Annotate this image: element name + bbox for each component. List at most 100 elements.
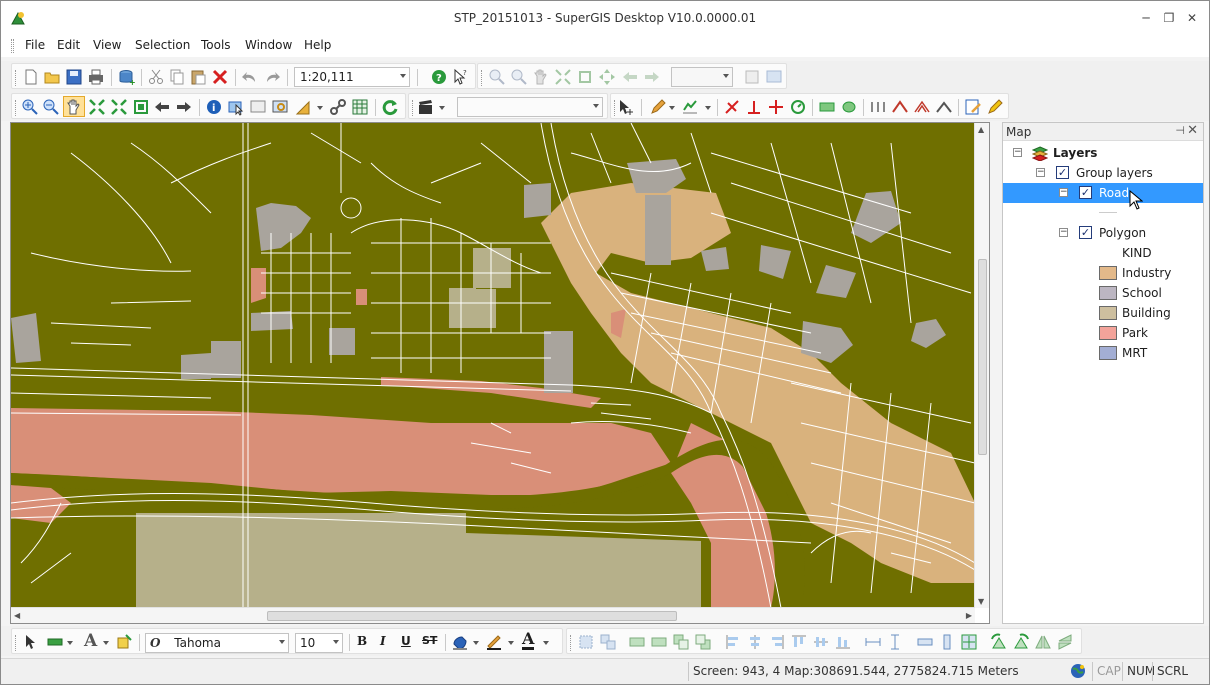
horizontal-scroll-thumb[interactable] — [267, 611, 677, 621]
find-icon[interactable] — [271, 98, 289, 116]
school-2[interactable] — [251, 311, 293, 331]
chevron-down-icon[interactable] — [543, 641, 549, 645]
align-right-icon[interactable] — [768, 633, 786, 651]
school-7[interactable] — [544, 331, 573, 393]
chevron-down-icon[interactable] — [103, 641, 109, 645]
legend-item-industry[interactable]: Industry — [1003, 263, 1203, 283]
cut-feature-icon[interactable] — [723, 98, 741, 116]
school-3[interactable] — [181, 353, 211, 379]
paste-icon[interactable] — [189, 68, 207, 86]
legend-item-mrt[interactable]: MRT — [1003, 343, 1203, 363]
strikethrough-button[interactable]: ST — [422, 634, 437, 647]
road-checkbox[interactable]: ✓ — [1079, 186, 1092, 199]
make-same-width-icon[interactable] — [916, 633, 934, 651]
toolbar-grip[interactable] — [412, 100, 414, 116]
legend-item-park[interactable]: Park — [1003, 323, 1203, 343]
rotate-icon[interactable] — [789, 98, 807, 116]
select-elements-icon[interactable] — [22, 633, 40, 651]
sketch-icon[interactable] — [681, 98, 699, 116]
italic-button[interactable]: I — [380, 634, 386, 648]
rotate-right-icon[interactable] — [1012, 633, 1030, 651]
tree-row-layers[interactable]: − Layers — [1003, 143, 1203, 163]
collapse-icon[interactable]: − — [1059, 228, 1068, 237]
school-10[interactable] — [645, 195, 671, 265]
new-icon[interactable] — [22, 68, 40, 86]
restore-button[interactable]: ❐ — [1162, 11, 1176, 25]
trim-icon[interactable] — [935, 98, 953, 116]
full-extent-icon[interactable] — [132, 98, 150, 116]
chevron-down-icon[interactable] — [508, 641, 514, 645]
chevron-down-icon[interactable] — [439, 106, 445, 110]
zoom-level-combo[interactable] — [671, 67, 733, 87]
align-middle-icon[interactable] — [812, 633, 830, 651]
horizontal-scrollbar[interactable]: ◀ ▶ — [11, 607, 975, 623]
make-same-size-icon[interactable] — [960, 633, 978, 651]
menu-edit[interactable]: Edit — [57, 38, 80, 52]
bring-to-front-icon[interactable] — [628, 633, 646, 651]
redo-icon[interactable] — [263, 68, 281, 86]
minimize-button[interactable]: ─ — [1139, 11, 1153, 25]
fixed-zoom-out-icon[interactable] — [110, 98, 128, 116]
bold-button[interactable]: B — [357, 634, 367, 648]
edit-tool-icon[interactable] — [986, 98, 1004, 116]
zoom-out-icon[interactable] — [510, 68, 528, 86]
zoom-in-icon[interactable] — [488, 68, 506, 86]
school-4[interactable] — [211, 341, 241, 378]
tree-row-polygon[interactable]: − ✓ Polygon — [1003, 223, 1203, 243]
collapse-icon[interactable]: − — [1013, 148, 1022, 157]
map-canvas[interactable] — [11, 123, 975, 608]
rectangle-icon[interactable] — [818, 98, 836, 116]
map-scale-combo[interactable]: 1:20,111 — [294, 67, 410, 87]
snap-icon[interactable] — [869, 98, 887, 116]
edit-attributes-icon[interactable] — [964, 98, 982, 116]
fixed-zoom-out-icon[interactable] — [576, 68, 594, 86]
scroll-right-icon[interactable]: ▶ — [966, 611, 972, 620]
chevron-down-icon[interactable] — [669, 106, 675, 110]
toolbar-grip[interactable] — [570, 635, 572, 651]
send-to-back-icon[interactable] — [650, 633, 668, 651]
line-color-icon[interactable] — [485, 633, 503, 651]
chevron-down-icon[interactable] — [317, 106, 323, 110]
building-2[interactable] — [473, 248, 511, 288]
animation-combo[interactable] — [457, 97, 603, 117]
add-data-icon[interactable]: + — [117, 68, 135, 86]
pencil-icon[interactable] — [649, 98, 667, 116]
fixed-zoom-in-icon[interactable] — [554, 68, 572, 86]
edit-pointer-icon[interactable] — [617, 98, 635, 116]
whats-this-icon[interactable]: ? — [452, 68, 470, 86]
toolbar-grip[interactable] — [15, 70, 17, 86]
scroll-down-icon[interactable]: ▼ — [978, 597, 984, 606]
scroll-up-icon[interactable]: ▲ — [978, 125, 984, 134]
reshape-icon[interactable] — [913, 98, 931, 116]
chevron-down-icon[interactable] — [705, 106, 711, 110]
school-16[interactable] — [701, 247, 729, 271]
globe-icon[interactable] — [1070, 663, 1086, 679]
text-tool-icon[interactable]: A — [84, 631, 97, 651]
distribute-vertical-icon[interactable] — [886, 633, 904, 651]
school-8[interactable] — [524, 183, 551, 218]
zoom-out-icon[interactable] — [42, 98, 60, 116]
menu-file[interactable]: File — [25, 38, 45, 52]
school-6[interactable] — [11, 313, 41, 363]
panel-close-button[interactable]: ✕ — [1187, 123, 1198, 138]
vertical-scrollbar[interactable]: ▲ ▼ — [974, 123, 989, 608]
tree-row-road[interactable]: − ✓ Road — [1003, 183, 1203, 210]
legend-item-building[interactable]: Building — [1003, 303, 1203, 323]
rotate-left-icon[interactable] — [990, 633, 1008, 651]
align-top-icon[interactable] — [790, 633, 808, 651]
collapse-icon[interactable]: − — [1059, 188, 1068, 197]
clapper-icon[interactable] — [417, 98, 435, 116]
map-view[interactable]: ▲ ▼ ◀ ▶ — [10, 122, 990, 624]
menu-window[interactable]: Window — [245, 38, 292, 52]
legend-item-school[interactable]: School — [1003, 283, 1203, 303]
align-bottom-icon[interactable] — [834, 633, 852, 651]
pan-tool-active[interactable] — [63, 96, 85, 117]
identify-icon[interactable]: i — [205, 98, 223, 116]
refresh-icon[interactable] — [381, 98, 399, 116]
copy-icon[interactable] — [168, 68, 186, 86]
toolbar-grip[interactable] — [614, 100, 616, 116]
measure-icon[interactable] — [295, 98, 313, 116]
distribute-horizontal-icon[interactable] — [864, 633, 882, 651]
font-color-button[interactable]: A — [522, 631, 535, 650]
back-icon[interactable] — [153, 98, 171, 116]
